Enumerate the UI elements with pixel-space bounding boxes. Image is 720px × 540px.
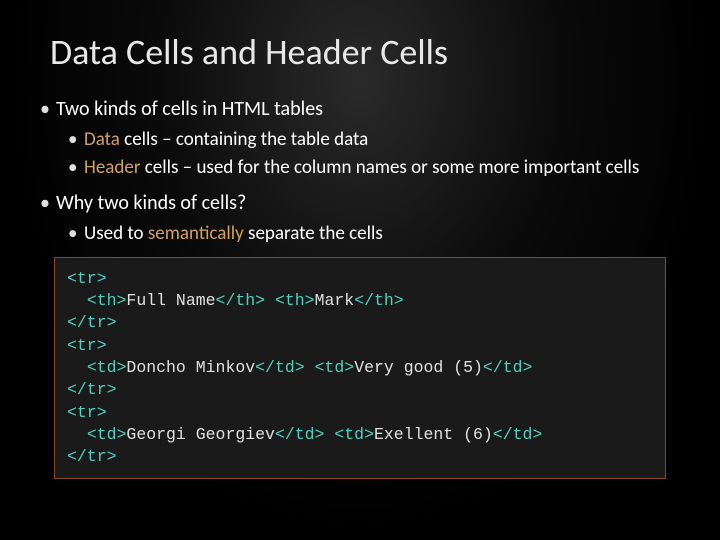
bullet-level1: Why two kinds of cells? Used to semantic… [40, 190, 680, 247]
code-indent [67, 425, 87, 444]
code-tag: <td> [334, 425, 374, 444]
bullet-level2: Data cells – containing the table data [56, 127, 680, 153]
code-text: Mark [315, 291, 355, 310]
accent-text: Header [84, 156, 140, 179]
bullet-level1: Two kinds of cells in HTML tables Data c… [40, 96, 680, 180]
bullet-text: separate the cells [244, 222, 383, 245]
bullet-text: cells – used for the column names or som… [140, 156, 639, 179]
code-tag: <td> [87, 358, 127, 377]
accent-text: semantically [148, 222, 244, 245]
code-space [265, 291, 275, 310]
code-tag: <td> [315, 358, 355, 377]
bullet-text: Used to [84, 222, 148, 245]
code-line: <tr> [67, 269, 107, 288]
code-tag: <td> [87, 425, 127, 444]
bullet-level2: Used to semantically separate the cells [56, 221, 680, 247]
code-space [324, 425, 334, 444]
slide-content: Two kinds of cells in HTML tables Data c… [40, 96, 680, 479]
code-text: Georgi Georgiev [126, 425, 275, 444]
code-block: <tr> <th>Full Name</th> <th>Mark</th> </… [54, 257, 666, 479]
code-space [305, 358, 315, 377]
code-line: <tr> [67, 403, 107, 422]
code-tag: </td> [483, 358, 533, 377]
code-text: Doncho Minkov [126, 358, 255, 377]
code-indent [67, 358, 87, 377]
accent-text: Data [84, 128, 120, 151]
bullet-level2: Header cells – used for the column names… [56, 155, 680, 181]
code-text: Exellent (6) [374, 425, 493, 444]
code-tag: <th> [275, 291, 315, 310]
code-tag: <th> [87, 291, 127, 310]
bullet-text: cells – containing the table data [120, 128, 368, 151]
code-text: Full Name [126, 291, 215, 310]
code-tag: </td> [255, 358, 305, 377]
code-line: </tr> [67, 447, 117, 466]
code-tag: </td> [275, 425, 325, 444]
code-line: </tr> [67, 380, 117, 399]
code-tag: </th> [354, 291, 404, 310]
code-tag: </th> [216, 291, 266, 310]
bullet-text: Two kinds of cells in HTML tables [56, 97, 323, 121]
code-indent [67, 291, 87, 310]
code-line: </tr> [67, 313, 117, 332]
code-line: <tr> [67, 336, 107, 355]
slide-title: Data Cells and Header Cells [50, 30, 680, 74]
code-text: Very good (5) [354, 358, 483, 377]
bullet-text: Why two kinds of cells? [56, 191, 246, 215]
code-tag: </td> [493, 425, 543, 444]
